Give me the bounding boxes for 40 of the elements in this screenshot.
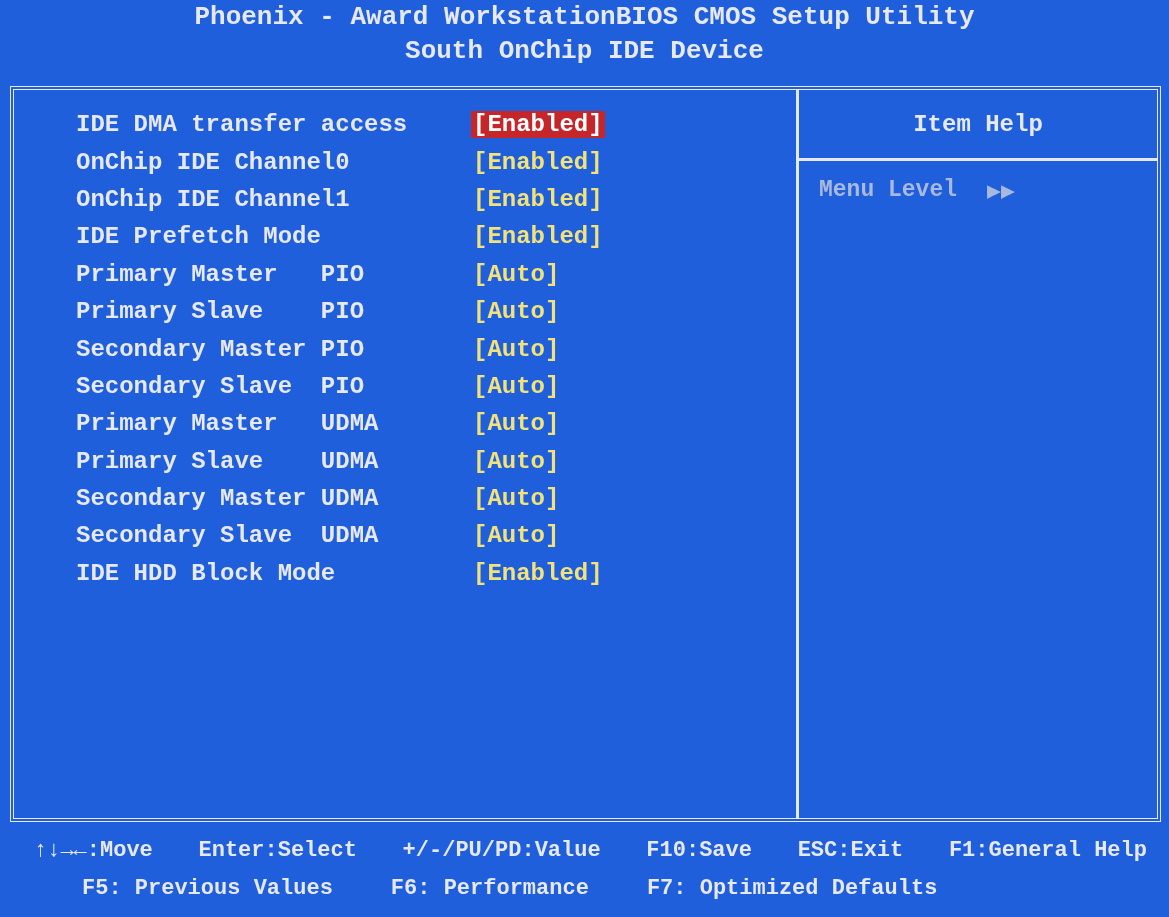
setting-value[interactable]: [Auto]	[471, 485, 562, 513]
key-hint: F10:Save	[646, 836, 752, 865]
setting-label: IDE HDD Block Mode	[76, 559, 337, 587]
setting-value[interactable]: [Auto]	[471, 335, 562, 363]
setting-value[interactable]: [Auto]	[471, 260, 562, 288]
key-hint: F6: Performance	[390, 874, 589, 903]
help-title: Item Help	[799, 90, 1157, 161]
key-hint: +/-/PU/PD:Value	[402, 836, 601, 865]
setting-value[interactable]: [Auto]	[471, 410, 562, 438]
key-hint: F7: Optimized Defaults	[646, 874, 938, 903]
setting-label: IDE DMA transfer access	[76, 111, 409, 139]
menu-level-label: Menu Level	[819, 177, 958, 205]
setting-value[interactable]: [Enabled]	[471, 223, 605, 251]
setting-label: Primary Master UDMA	[76, 410, 380, 438]
key-hint: F1:General Help	[948, 836, 1147, 865]
setting-label: Primary Master PIO	[76, 260, 366, 288]
setting-value[interactable]: [Enabled]	[471, 559, 605, 587]
setting-value[interactable]: [Enabled]	[471, 185, 605, 213]
setting-label: Secondary Master PIO	[76, 335, 366, 363]
setting-value[interactable]: [Auto]	[471, 298, 562, 326]
setting-value[interactable]: [Enabled]	[471, 111, 605, 139]
setting-value[interactable]: [Auto]	[471, 522, 562, 550]
setting-value[interactable]: [Auto]	[471, 372, 562, 400]
setting-label: OnChip IDE Channel0	[76, 148, 351, 176]
setting-label: Primary Slave UDMA	[76, 447, 380, 475]
setting-label: Primary Slave PIO	[76, 298, 366, 326]
setting-value[interactable]: [Auto]	[471, 447, 562, 475]
menu-level-marker: ▶▶	[987, 178, 1015, 205]
setting-label: Secondary Master UDMA	[76, 485, 380, 513]
setting-label: Secondary Slave PIO	[76, 372, 366, 400]
setting-label: OnChip IDE Channel1	[76, 185, 351, 213]
setting-value[interactable]: [Enabled]	[471, 148, 605, 176]
page-title: South OnChip IDE Device	[405, 35, 764, 68]
key-hint: ESC:Exit	[797, 836, 904, 865]
window-title: Phoenix - Award WorkstationBIOS CMOS Setup Utility	[194, 1, 975, 34]
setting-label: IDE Prefetch Mode	[76, 223, 322, 251]
key-hint: Enter:Select	[198, 836, 357, 865]
key-hint: ↑↓→←:Move	[34, 836, 153, 865]
key-hint: F5: Previous Values	[82, 874, 333, 903]
setting-label: Secondary Slave UDMA	[76, 522, 380, 550]
